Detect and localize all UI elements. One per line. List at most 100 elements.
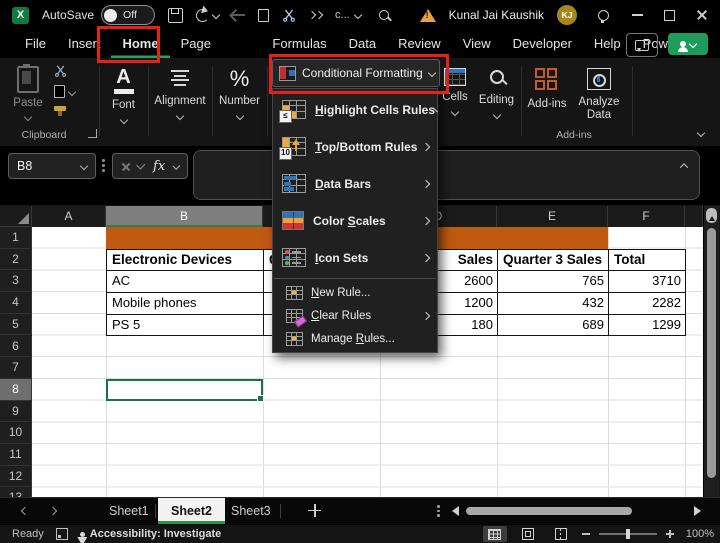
formula-bar-splitter[interactable] <box>102 159 105 172</box>
page-layout-view-button[interactable] <box>516 526 540 542</box>
chevron-up-icon[interactable] <box>680 163 688 171</box>
page-break-view-button[interactable] <box>549 526 573 542</box>
zoom-out-button[interactable] <box>582 533 590 535</box>
redo-button[interactable] <box>232 14 245 16</box>
add-sheet-button[interactable] <box>308 504 321 517</box>
selected-cell-b8[interactable] <box>106 379 263 401</box>
row-header-13[interactable]: 13 <box>0 487 32 497</box>
row-header-1[interactable]: 1 <box>0 227 32 249</box>
copy-button[interactable] <box>258 9 269 22</box>
sheet-tab-sheet1[interactable]: Sheet1 <box>96 498 162 524</box>
share-button[interactable] <box>668 33 708 55</box>
vertical-scrollbar[interactable] <box>703 206 719 497</box>
cell-e4[interactable]: 432 <box>498 293 609 315</box>
menu-item-clear-rules[interactable]: Clear Rules <box>273 304 437 327</box>
row-header-3[interactable]: 3 <box>0 270 32 292</box>
paste-button[interactable]: Paste <box>8 62 48 136</box>
row-header-11[interactable]: 11 <box>0 444 32 466</box>
horizontal-scroll-thumb[interactable] <box>466 507 632 515</box>
scroll-left-button[interactable] <box>452 506 459 516</box>
select-all-button[interactable] <box>0 206 32 227</box>
avatar[interactable]: KJ <box>557 5 577 25</box>
more-options-icon[interactable] <box>437 505 440 517</box>
cut-button[interactable] <box>282 8 296 22</box>
vertical-scroll-thumb[interactable] <box>707 228 716 478</box>
cell-e2[interactable]: Quarter 3 Sales <box>498 250 609 272</box>
sheet-nav-left-icon[interactable] <box>21 507 29 515</box>
minimize-button[interactable] <box>632 14 643 16</box>
close-button[interactable] <box>696 9 708 21</box>
tab-file[interactable]: File <box>14 30 57 58</box>
menu-item-color-scales[interactable]: Color Scales <box>273 202 437 239</box>
sheet-nav-right-icon[interactable] <box>49 507 57 515</box>
zoom-slider-thumb[interactable] <box>626 529 630 539</box>
tab-developer[interactable]: Developer <box>502 30 583 58</box>
zoom-in-button[interactable] <box>666 530 674 538</box>
normal-view-button[interactable] <box>483 526 507 542</box>
sheet-tab-sheet2[interactable]: Sheet2 <box>158 498 225 524</box>
cut-button[interactable] <box>54 64 67 77</box>
formula-input[interactable] <box>193 150 700 200</box>
cell-e5[interactable]: 689 <box>498 315 609 337</box>
cell-b5[interactable]: PS 5 <box>107 315 264 337</box>
insert-function-button[interactable]: fx <box>153 159 165 174</box>
ribbon-collapse-button[interactable] <box>697 129 705 137</box>
copy-button[interactable] <box>54 85 75 98</box>
column-header-e[interactable]: E <box>497 206 608 227</box>
menu-item-new-rule[interactable]: New Rule... <box>273 281 437 304</box>
scroll-up-button[interactable] <box>706 208 717 223</box>
tab-view[interactable]: View <box>452 30 502 58</box>
enter-check-icon[interactable] <box>136 160 145 169</box>
fill-handle[interactable] <box>257 395 264 402</box>
menu-item-highlight-cells-rules[interactable]: ≤ Highlight Cells Rules <box>273 91 437 128</box>
format-painter-button[interactable] <box>54 106 66 111</box>
row-header-9[interactable]: 9 <box>0 401 32 423</box>
cell-f3[interactable]: 3710 <box>609 271 686 293</box>
cell-b3[interactable]: AC <box>107 271 264 293</box>
column-header-b[interactable]: B <box>106 206 263 227</box>
menu-item-top-bottom-rules[interactable]: 10 Top/Bottom Rules <box>273 128 437 165</box>
scroll-right-button[interactable] <box>694 506 701 516</box>
clipboard-dialog-launcher[interactable] <box>88 129 97 138</box>
qat-overflow-button[interactable] <box>309 12 322 18</box>
cell-b4[interactable]: Mobile phones <box>107 293 264 315</box>
macro-record-icon[interactable] <box>56 528 68 540</box>
cell-e3[interactable]: 765 <box>498 271 609 293</box>
menu-item-icon-sets[interactable]: Icon Sets <box>273 239 437 276</box>
qat-custom-item[interactable]: c... <box>335 9 361 21</box>
save-button[interactable] <box>168 8 183 23</box>
tab-help[interactable]: Help <box>583 30 632 58</box>
search-button[interactable] <box>379 10 389 20</box>
cell-f2[interactable]: Total <box>609 250 686 272</box>
number-group-button[interactable]: % Number <box>212 58 267 148</box>
accessibility-status[interactable]: Accessibility: Investigate <box>80 528 221 540</box>
row-header-6[interactable]: 6 <box>0 336 32 358</box>
undo-button[interactable] <box>196 9 219 22</box>
font-group-button[interactable]: A Font <box>99 58 148 148</box>
cell-b2[interactable]: Electronic Devices <box>107 250 264 272</box>
zoom-slider[interactable] <box>599 533 657 535</box>
cell-f5[interactable]: 1299 <box>609 315 686 337</box>
name-box[interactable]: B8 <box>8 153 96 179</box>
row-header-4[interactable]: 4 <box>0 292 32 314</box>
row-header-8[interactable]: 8 <box>0 379 32 401</box>
row-header-7[interactable]: 7 <box>0 357 32 379</box>
cancel-icon[interactable] <box>121 162 128 171</box>
column-header-f[interactable]: F <box>608 206 685 227</box>
sheet-tab-sheet3[interactable]: Sheet3 <box>218 498 284 524</box>
ideas-button[interactable] <box>598 10 609 21</box>
comments-button[interactable] <box>626 33 658 57</box>
row-header-10[interactable]: 10 <box>0 422 32 444</box>
cell-f4[interactable]: 2282 <box>609 293 686 315</box>
autosave-toggle[interactable]: Off <box>101 5 155 25</box>
menu-item-manage-rules[interactable]: Manage Rules... <box>273 327 437 350</box>
menu-item-data-bars[interactable]: Data Bars <box>273 165 437 202</box>
row-header-2[interactable]: 2 <box>0 249 32 271</box>
editing-group-button[interactable]: Editing <box>473 58 520 148</box>
column-header-a[interactable]: A <box>32 206 106 227</box>
tab-page-layout[interactable]: Page Layout <box>170 30 262 58</box>
zoom-level[interactable]: 100% <box>686 528 714 540</box>
alignment-group-button[interactable]: Alignment <box>148 58 212 148</box>
row-header-12[interactable]: 12 <box>0 466 32 488</box>
maximize-button[interactable] <box>664 10 675 21</box>
